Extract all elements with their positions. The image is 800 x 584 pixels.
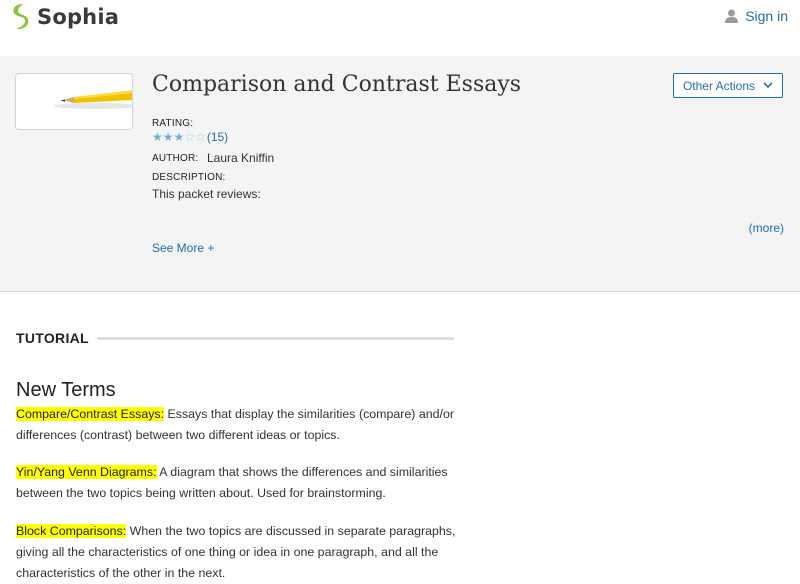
author-label: AUTHOR: — [152, 153, 199, 164]
user-icon — [725, 9, 739, 23]
star-outline-icon: ☆ — [184, 130, 196, 144]
chevron-down-icon — [763, 82, 773, 89]
star-icon: ★ — [162, 130, 174, 144]
other-actions-label: Other Actions — [682, 78, 756, 93]
resource-title: Comparison and Contrast Essays — [152, 72, 522, 97]
rating-label: RATING: — [152, 118, 194, 129]
star-icon: ★ — [173, 130, 185, 144]
star-outline-icon: ☆ — [195, 130, 206, 144]
term-paragraph: Yin/Yang Venn Diagrams: A diagram that s… — [16, 462, 461, 504]
star-icon: ★ — [152, 130, 163, 144]
term-paragraph: Block Comparisons: When the two topics a… — [16, 521, 461, 584]
rating-count[interactable]: (15) — [207, 130, 228, 144]
term-paragraph: Compare/Contrast Essays: Essays that dis… — [16, 404, 461, 446]
description-text: This packet reviews: — [152, 187, 261, 201]
new-terms-heading: New Terms — [16, 379, 116, 401]
logo-wordmark: Sophia — [37, 5, 120, 29]
sophia-logo-icon — [13, 4, 29, 30]
resource-thumbnail[interactable] — [15, 73, 133, 130]
divider — [96, 336, 454, 340]
pencil-image — [54, 90, 132, 109]
author-name: Laura Kniffin — [207, 151, 275, 165]
description-label: DESCRIPTION: — [152, 172, 226, 183]
tutorial-label: TUTORIAL — [16, 330, 89, 346]
more-link[interactable]: (more) — [749, 221, 784, 235]
top-header: Sophia Sign in — [0, 0, 800, 56]
tutorial-section-header: TUTORIAL — [16, 330, 454, 346]
rating-stars[interactable]: ★ ★ ★ ☆ ☆ (15) — [152, 130, 228, 144]
sophia-logo[interactable]: Sophia — [10, 2, 119, 32]
resource-banner: Comparison and Contrast Essays Other Act… — [0, 56, 800, 292]
sign-in-button[interactable]: Sign in — [725, 8, 788, 24]
term-name: Yin/Yang Venn Diagrams: — [16, 465, 157, 479]
sign-in-label: Sign in — [745, 8, 788, 24]
term-name: Compare/Contrast Essays: — [16, 407, 165, 421]
other-actions-dropdown[interactable]: Other Actions — [673, 73, 783, 98]
see-more-link[interactable]: See More + — [152, 241, 214, 255]
term-name: Block Comparisons: — [16, 524, 127, 538]
